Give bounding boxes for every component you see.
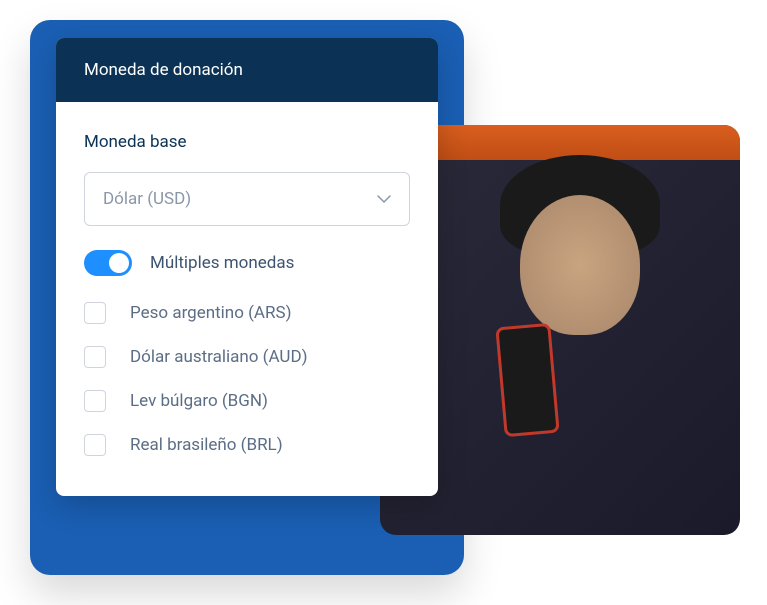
selected-currency-value: Dólar (USD) [103,189,191,209]
donation-currency-card: Moneda de donación Moneda base Dólar (US… [56,38,438,496]
currency-item: Dólar australiano (AUD) [84,346,410,368]
currency-checkbox-aud[interactable] [84,346,106,368]
chevron-down-icon [377,192,391,206]
currency-label: Real brasileño (BRL) [130,435,283,455]
currency-checkbox-ars[interactable] [84,302,106,324]
currency-item: Lev búlgaro (BGN) [84,390,410,412]
currency-checkbox-brl[interactable] [84,434,106,456]
currency-label: Dólar australiano (AUD) [130,347,308,367]
currency-label: Lev búlgaro (BGN) [130,391,268,411]
card-title: Moneda de donación [56,38,438,102]
currency-item: Real brasileño (BRL) [84,434,410,456]
toggle-knob [109,253,129,273]
currency-list: Peso argentino (ARS) Dólar australiano (… [84,302,410,456]
multiple-currencies-toggle[interactable] [84,250,132,276]
base-currency-label: Moneda base [84,132,410,152]
currency-checkbox-bgn[interactable] [84,390,106,412]
multiple-currencies-label: Múltiples monedas [150,253,294,273]
currency-item: Peso argentino (ARS) [84,302,410,324]
currency-label: Peso argentino (ARS) [130,303,292,323]
base-currency-select[interactable]: Dólar (USD) [84,172,410,226]
